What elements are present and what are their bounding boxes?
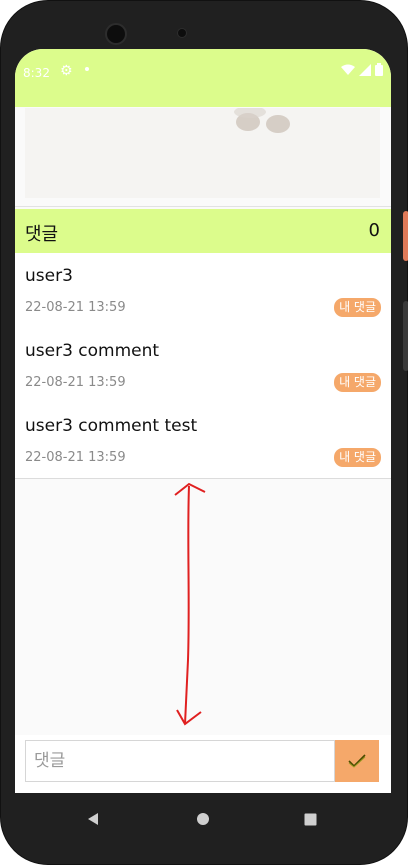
comment-input-bar (15, 735, 391, 793)
camera-icon (105, 23, 127, 45)
comment-item[interactable]: user3 comment 22-08-21 13:59 내 댓글 (15, 328, 391, 404)
comment-date: 22-08-21 13:59 (25, 300, 126, 315)
comment-text: user3 comment test (25, 416, 198, 436)
comment-date: 22-08-21 13:59 (25, 375, 126, 390)
comment-date: 22-08-21 13:59 (25, 450, 126, 465)
navigation-bar (15, 793, 391, 843)
my-comment-badge: 내 댓글 (334, 373, 381, 392)
comment-text: user3 comment (25, 341, 160, 361)
sensor-icon (177, 28, 187, 38)
volume-button (403, 211, 408, 261)
my-comment-badge: 내 댓글 (334, 448, 381, 467)
animal-feet-image (234, 108, 290, 133)
my-comment-badge: 내 댓글 (334, 298, 381, 317)
comment-item[interactable]: user3 comment test 22-08-21 13:59 내 댓글 (15, 403, 391, 479)
comment-item[interactable]: user3 22-08-21 13:59 내 댓글 (15, 253, 391, 329)
comment-text: user3 (25, 266, 73, 286)
dot-icon (85, 67, 89, 71)
comments-header: 댓글 0 (15, 209, 391, 253)
recents-icon[interactable] (300, 809, 320, 829)
comment-input[interactable] (25, 740, 335, 782)
back-icon[interactable] (83, 809, 103, 829)
status-bar: 8:32 ⚙ (15, 49, 391, 107)
gear-icon: ⚙ (60, 63, 73, 79)
post-image (25, 108, 380, 198)
app-screen: 8:32 ⚙ 댓글 0 user3 22-08-21 13:59 내 댓글 us… (15, 49, 391, 793)
battery-icon (375, 63, 383, 76)
status-icons (341, 63, 383, 76)
wifi-icon (341, 64, 355, 75)
comments-count: 0 (368, 220, 380, 241)
comments-title: 댓글 (25, 224, 59, 245)
submit-comment-button[interactable] (335, 740, 379, 782)
divider (15, 206, 391, 207)
signal-icon (359, 63, 371, 76)
scroll-annotation-arrow (174, 482, 206, 726)
check-icon (348, 754, 366, 768)
status-time: 8:32 (23, 66, 50, 80)
power-button (403, 301, 408, 371)
home-icon[interactable] (193, 809, 213, 829)
